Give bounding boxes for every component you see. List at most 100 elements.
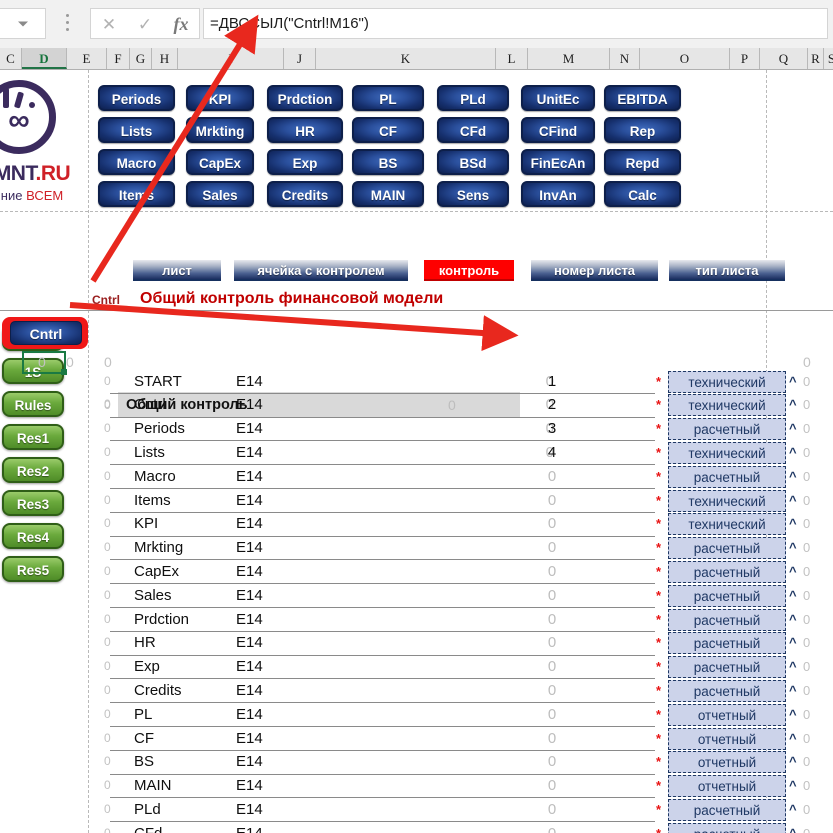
nav-button-sales[interactable]: Sales [186, 181, 254, 207]
confirm-formula-icon[interactable]: ✓ [127, 9, 163, 40]
column-header-j[interactable]: J [284, 48, 316, 69]
sort-caret-icon[interactable]: ^ [789, 441, 797, 465]
nav-button-invan[interactable]: InvAn [521, 181, 595, 207]
sort-caret-icon[interactable]: ^ [789, 608, 797, 632]
column-header-k[interactable]: K [316, 48, 496, 69]
toolbar-grip-icon[interactable] [62, 14, 72, 34]
table-row[interactable]: 0 Sales E14 0 * расчетный ^ 0 [0, 584, 833, 608]
column-header-o[interactable]: O [640, 48, 730, 69]
sort-caret-icon[interactable]: ^ [789, 584, 797, 608]
sort-caret-icon[interactable]: ^ [789, 703, 797, 727]
table-row[interactable]: 0 Cntrl E14 0 2 * технический ^ 0 [0, 393, 833, 418]
sort-caret-icon[interactable]: ^ [789, 798, 797, 822]
nav-button-unitec[interactable]: UnitEc [521, 85, 595, 111]
formula-input[interactable]: =ДВССЫЛ("Cntrl!M16") [203, 8, 828, 39]
table-row[interactable]: 0 Lists E14 0 4 * технический ^ 0 [0, 441, 833, 466]
column-header-s[interactable]: S [824, 48, 833, 69]
sheet-type-cell[interactable]: отчетный [668, 703, 786, 726]
table-header-control[interactable]: контроль [424, 260, 514, 281]
sheet-type-cell[interactable]: технический [668, 489, 786, 512]
table-header-label[interactable]: ячейка с контролем [234, 260, 408, 281]
column-header-c[interactable]: C [0, 48, 22, 69]
sheet-type-cell[interactable]: технический [668, 513, 786, 536]
sort-caret-icon[interactable]: ^ [789, 512, 797, 536]
sheet-type-cell[interactable]: расчетный [668, 584, 786, 607]
nav-button-exp[interactable]: Exp [267, 149, 343, 175]
table-row[interactable]: 0 CFd E14 0 * расчетный^ 0 [0, 822, 833, 833]
nav-button-pld[interactable]: PLd [437, 85, 509, 111]
sort-caret-icon[interactable]: ^ [789, 679, 797, 703]
sheet-type-cell[interactable]: расчетный [668, 798, 786, 821]
nav-button-calc[interactable]: Calc [604, 181, 681, 207]
table-row[interactable]: 0 CF E14 0 * отчетный ^ 0 [0, 727, 833, 751]
nav-button-prdction[interactable]: Prdction [267, 85, 343, 111]
table-header-label[interactable]: номер листа [531, 260, 658, 281]
sheet-type-cell[interactable]: расчетный [668, 537, 786, 560]
nav-button-bsd[interactable]: BSd [437, 149, 509, 175]
sheet-type-cell[interactable]: отчетный [668, 775, 786, 798]
nav-button-rep[interactable]: Rep [604, 117, 681, 143]
nav-button-periods[interactable]: Periods [98, 85, 175, 111]
nav-button-sens[interactable]: Sens [437, 181, 509, 207]
table-header-label[interactable]: тип листа [669, 260, 785, 281]
sheet-type-cell[interactable]: расчетный [668, 418, 786, 441]
table-row[interactable]: 0 Items E14 0 * технический ^ 0 [0, 489, 833, 513]
sidebar-item-cntrl[interactable]: Cntrl [10, 321, 82, 345]
nav-button-repd[interactable]: Repd [604, 149, 681, 175]
table-row[interactable]: 0 Macro E14 0 * расчетный ^ 0 [0, 465, 833, 489]
sort-caret-icon[interactable]: ^ [789, 489, 797, 513]
column-header-q[interactable]: Q [760, 48, 808, 69]
table-row[interactable]: 0 MAIN E14 0 * отчетный ^ 0 [0, 774, 833, 799]
table-row[interactable]: 0 Prdction E14 0 * расчетный ^ 0 [0, 608, 833, 632]
table-row[interactable]: 0 PLd E14 0 * расчетный ^ 0 [0, 798, 833, 823]
column-header-r[interactable]: R [808, 48, 824, 69]
sort-caret-icon[interactable]: ^ [789, 822, 797, 833]
column-header-g[interactable]: G [130, 48, 152, 69]
nav-button-macro[interactable]: Macro [98, 149, 175, 175]
table-row[interactable]: 0 CapEx E14 0 * расчетный ^ 0 [0, 560, 833, 585]
sheet-type-cell[interactable]: расчетный [668, 679, 786, 702]
sort-caret-icon[interactable]: ^ [789, 465, 797, 489]
sheet-type-cell[interactable]: расчетный [668, 465, 786, 488]
sheet-type-cell[interactable]: расчетный [668, 608, 786, 631]
insert-function-icon[interactable]: fx [163, 9, 199, 40]
table-row[interactable]: 0 Periods E14 0 3 * расчетный ^ 0 [0, 417, 833, 442]
nav-button-credits[interactable]: Credits [267, 181, 343, 207]
name-box-dropdown[interactable] [0, 8, 46, 39]
column-header-d[interactable]: D [22, 48, 67, 69]
column-header-n[interactable]: N [610, 48, 640, 69]
sort-caret-icon[interactable]: ^ [789, 536, 797, 560]
nav-button-main[interactable]: MAIN [352, 181, 424, 207]
sort-caret-icon[interactable]: ^ [789, 370, 797, 394]
column-header-p[interactable]: P [730, 48, 760, 69]
nav-button-finecan[interactable]: FinEcAn [521, 149, 595, 175]
nav-button-hr[interactable]: HR [267, 117, 343, 143]
nav-button-capex[interactable]: CapEx [186, 149, 254, 175]
nav-button-kpi[interactable]: KPI [186, 85, 254, 111]
table-row[interactable]: 0 PL E14 0 * отчетный ^ 0 [0, 703, 833, 727]
nav-button-bs[interactable]: BS [352, 149, 424, 175]
sheet-type-cell[interactable]: технический [668, 370, 786, 393]
sheet-type-cell[interactable]: расчетный [668, 560, 786, 583]
nav-button-ebitda[interactable]: EBITDA [604, 85, 681, 111]
column-header-h[interactable]: H [152, 48, 178, 69]
nav-button-cf[interactable]: CF [352, 117, 424, 143]
nav-button-lists[interactable]: Lists [98, 117, 175, 143]
nav-button-cfd[interactable]: CFd [437, 117, 509, 143]
sort-caret-icon[interactable]: ^ [789, 560, 797, 584]
sheet-type-cell[interactable]: отчетный [668, 727, 786, 750]
table-row[interactable]: 0 START E14 0 1 * технический ^ 0 [0, 370, 833, 394]
cancel-formula-icon[interactable]: ✕ [91, 9, 127, 40]
sort-caret-icon[interactable]: ^ [789, 774, 797, 798]
sort-caret-icon[interactable]: ^ [789, 417, 797, 441]
sheet-type-cell[interactable]: расчетный [668, 632, 786, 655]
nav-button-mrkting[interactable]: Mrkting [186, 117, 254, 143]
table-row[interactable]: 0 Exp E14 0 * расчетный ^ 0 [0, 655, 833, 680]
nav-button-cfind[interactable]: CFind [521, 117, 595, 143]
table-row[interactable]: 0 Mrkting E14 0 * расчетный ^ 0 [0, 536, 833, 561]
nav-button-pl[interactable]: PL [352, 85, 424, 111]
column-header-m[interactable]: M [528, 48, 610, 69]
nav-button-items[interactable]: Items [98, 181, 175, 207]
sheet-type-cell[interactable]: технический [668, 441, 786, 464]
sort-caret-icon[interactable]: ^ [789, 727, 797, 751]
